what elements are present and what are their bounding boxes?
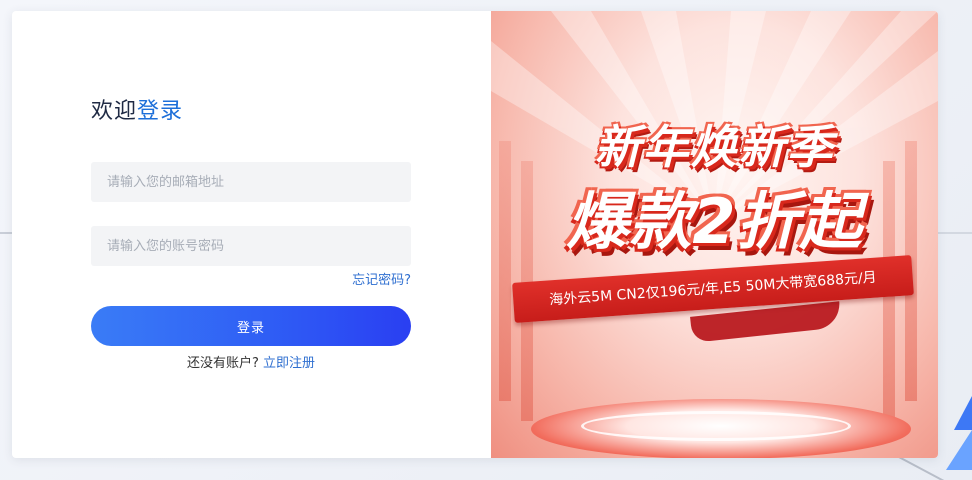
login-button[interactable]: 登录 bbox=[91, 306, 411, 346]
forgot-password-link[interactable]: 忘记密码? bbox=[352, 269, 411, 288]
background-line bbox=[936, 232, 972, 234]
banner-headline-1: 新年焕新季 bbox=[594, 120, 835, 174]
promo-banner[interactable]: 新年焕新季 爆款2折起 海外云5M CN2仅196元/年,E5 50M大带宽68… bbox=[491, 11, 938, 458]
email-input[interactable] bbox=[91, 162, 411, 202]
background-shape bbox=[946, 430, 972, 470]
no-account-text: 还没有账户? bbox=[186, 356, 259, 371]
banner-headline-2: 爆款2折起 bbox=[566, 185, 863, 258]
login-card: 欢迎登录 忘记密码? 登录 还没有账户? 立即注册 新年焕新季 bbox=[12, 11, 938, 458]
title-accent: 登录 bbox=[137, 99, 184, 124]
login-form: 欢迎登录 忘记密码? 登录 还没有账户? 立即注册 bbox=[12, 11, 491, 458]
banner-stage-ring bbox=[581, 411, 851, 441]
title-prefix: 欢迎 bbox=[91, 99, 138, 124]
register-row: 还没有账户? 立即注册 bbox=[91, 352, 411, 371]
password-input[interactable] bbox=[91, 226, 411, 266]
register-link[interactable]: 立即注册 bbox=[263, 356, 315, 371]
page-title: 欢迎登录 bbox=[91, 93, 183, 125]
background-shape bbox=[954, 396, 972, 430]
